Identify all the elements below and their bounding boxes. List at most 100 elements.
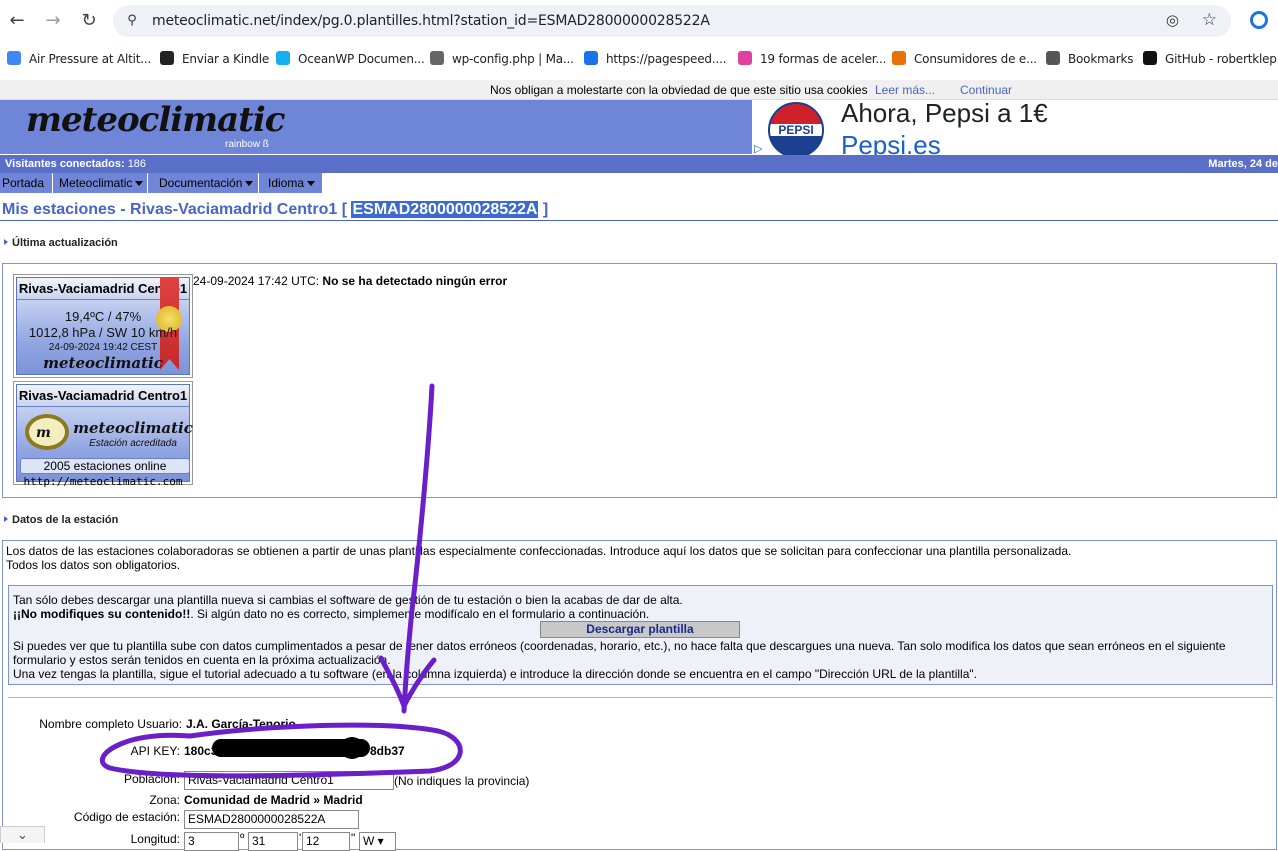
info-warning: ¡¡No modifiques su contenido!! [13,607,191,621]
address-bar-url[interactable]: meteoclimatic.net/index/pg.0.plantilles.… [152,13,710,29]
bookmark-favicon-icon [584,51,598,65]
menu-documentacion[interactable]: Documentación [148,173,259,193]
user-label: Nombre completo Usuario: [39,717,182,731]
bookmark-favicon-icon [1046,51,1060,65]
update-time: 24-09-2024 17:42 UTC: [193,274,323,288]
longitude-minutes-input[interactable]: 31 [248,832,298,851]
ad-brand-text: PEPSI [778,123,814,137]
station-code-input[interactable]: ESMAD2800000028522A [184,810,359,829]
eye-off-icon[interactable]: ◎ [1166,11,1179,29]
page-title: Mis estaciones - Rivas-Vaciamadrid Centr… [2,201,548,219]
main-menu: Portada Meteoclimatic Documentación Idio… [0,173,322,193]
cookie-continue-link[interactable]: Continuar [960,80,1012,100]
ad-choices-icon[interactable]: ▷ [754,142,762,155]
info-line3: Si puedes ver que tu plantilla sube con … [13,639,1226,653]
longitude-direction-select[interactable]: W ▾ [359,832,396,851]
user-value: J.A. García-Tenorio [186,717,296,731]
bookmark-item[interactable]: 19 formas de aceler... [738,50,886,68]
advertisement[interactable]: PEPSI ▷ Ahora, Pepsi a 1€ Pepsi.es [752,100,1278,156]
accredited-widget[interactable]: Rivas-Vaciamadrid Centro1 m meteoclimati… [13,381,193,488]
intro-required: Todos los datos son obligatorios. [6,558,181,572]
chevron-down-icon [307,181,316,186]
widget2-online-count: 2005 estaciones online [20,458,190,474]
bookmark-favicon-icon [892,51,906,65]
bookmark-item[interactable]: Consumidores de e... [892,50,1037,68]
bookmark-item[interactable]: Air Pressure at Altit... [7,50,151,68]
widget2-station-name: Rivas-Vaciamadrid Centro1 [17,385,189,407]
page-title-close: ] [538,201,549,218]
visitors-label: Visitantes conectados: 186 [5,158,147,170]
back-arrow-icon[interactable]: ← [5,9,29,33]
bookmark-item[interactable]: wp-config.php | Ma... [430,50,574,68]
reload-icon[interactable]: ↻ [77,9,101,33]
bookmark-item[interactable]: https://pagespeed.... [584,50,726,68]
longitude-seconds-input[interactable]: 12 [302,832,350,851]
widget-logo: meteoclimatic [43,354,163,372]
form-divider [8,697,1273,698]
widget-pressure-wind: 1012,8 hPa / SW 10 km/h [28,325,178,340]
bookmark-star-icon[interactable]: ☆ [1202,10,1217,30]
update-status: 24-09-2024 17:42 UTC: No se ha detectado… [193,274,507,288]
menu-meteoclimatic[interactable]: Meteoclimatic [53,173,148,193]
section-last-update: Última actualización [4,237,118,249]
api-key-label: API KEY: [130,744,180,758]
browser-chrome: ← → ↻ ⚲ meteoclimatic.net/index/pg.0.pla… [0,0,1278,80]
bookmark-favicon-icon [7,51,21,65]
cookie-read-more-link[interactable]: Leer más... [875,80,935,100]
widget2-url: http://meteoclimatic.com [23,475,183,488]
widget-datetime: 24-09-2024 19:42 CEST [48,342,158,353]
bookmark-label: Bookmarks [1068,52,1134,66]
page-title-station-id: ESMAD2800000028522A [351,201,539,218]
site-logo-subtitle: rainbow ß [225,139,269,150]
site-info-icon[interactable]: ⚲ [123,12,141,30]
bookmark-label: OceanWP Documen... [298,52,425,66]
accredited-widget-panel: Rivas-Vaciamadrid Centro1 m meteoclimati… [16,384,193,488]
cookie-notice-text: Nos obligan a molestarte con la obviedad… [490,83,868,97]
population-hint: (No indiques la provincia) [394,774,530,788]
chevron-down-icon [135,181,144,186]
bookmark-favicon-icon [276,51,290,65]
site-header: meteoclimatic rainbow ß [0,100,752,154]
bookmark-label: GitHub - robertklep... [1165,52,1278,66]
population-label: Población: [123,772,180,786]
ad-title[interactable]: Ahora, Pepsi a 1€ [841,100,1048,129]
bookmark-favicon-icon [160,51,174,65]
bookmark-item[interactable]: OceanWP Documen... [276,50,425,68]
menu-idioma[interactable]: Idioma [259,173,322,193]
download-template-button[interactable]: Descargar plantilla [540,621,740,638]
bookmarks-bar: Air Pressure at Altit... Enviar a Kindle O… [0,44,1278,74]
visitors-count: 186 [127,158,147,170]
station-widget[interactable]: Rivas-Vaciamadrid Centro1 19,4ºC / 47% 1… [13,274,193,378]
api-key-end: 8db37 [370,744,405,758]
longitude-degrees-input[interactable]: 3 [184,832,239,851]
bookmark-item[interactable]: Enviar a Kindle [160,50,269,68]
zone-label: Zona: [149,793,180,807]
widget2-logo: meteoclimatic [73,419,193,437]
bookmark-favicon-icon [430,51,444,65]
current-date: Martes, 24 de [1208,158,1278,170]
site-logo[interactable]: meteoclimatic [26,100,285,140]
cookie-bar: Nos obligan a molestarte con la obviedad… [0,80,1278,100]
info-line4: formulario y estos serán tenidos en cuen… [13,653,391,667]
address-bar[interactable]: ⚲ meteoclimatic.net/index/pg.0.plantille… [113,5,1231,37]
chevron-down-icon[interactable]: ⌄ [0,826,45,843]
visitors-bar: Visitantes conectados: 186 Martes, 24 de [0,155,1278,173]
population-input[interactable]: Rivas-Vaciamadrid Centro1 [184,771,394,790]
triangle-right-icon [4,516,8,522]
bookmark-item[interactable]: GitHub - robertklep... [1143,50,1278,68]
extension-icon[interactable] [1250,11,1268,29]
zone-value: Comunidad de Madrid » Madrid [184,793,363,807]
widget2-accredited: Estación acreditada [89,438,177,449]
browser-toolbar: ← → ↻ ⚲ meteoclimatic.net/index/pg.0.pla… [0,0,1278,42]
bookmark-label: wp-config.php | Ma... [452,52,574,66]
menu-portada[interactable]: Portada [0,173,53,193]
station-widget-panel: Rivas-Vaciamadrid Centro1 19,4ºC / 47% 1… [16,277,190,375]
triangle-right-icon [4,239,8,245]
station-code-label: Código de estación: [73,810,180,824]
bookmark-item[interactable]: Bookmarks [1046,50,1133,68]
forward-arrow-icon[interactable]: → [41,9,65,33]
update-status-text: No se ha detectado ningún error [322,274,508,288]
bookmark-label: Enviar a Kindle [182,52,270,66]
redaction-mark-blob [340,737,364,759]
ad-link[interactable]: Pepsi.es [841,130,941,156]
